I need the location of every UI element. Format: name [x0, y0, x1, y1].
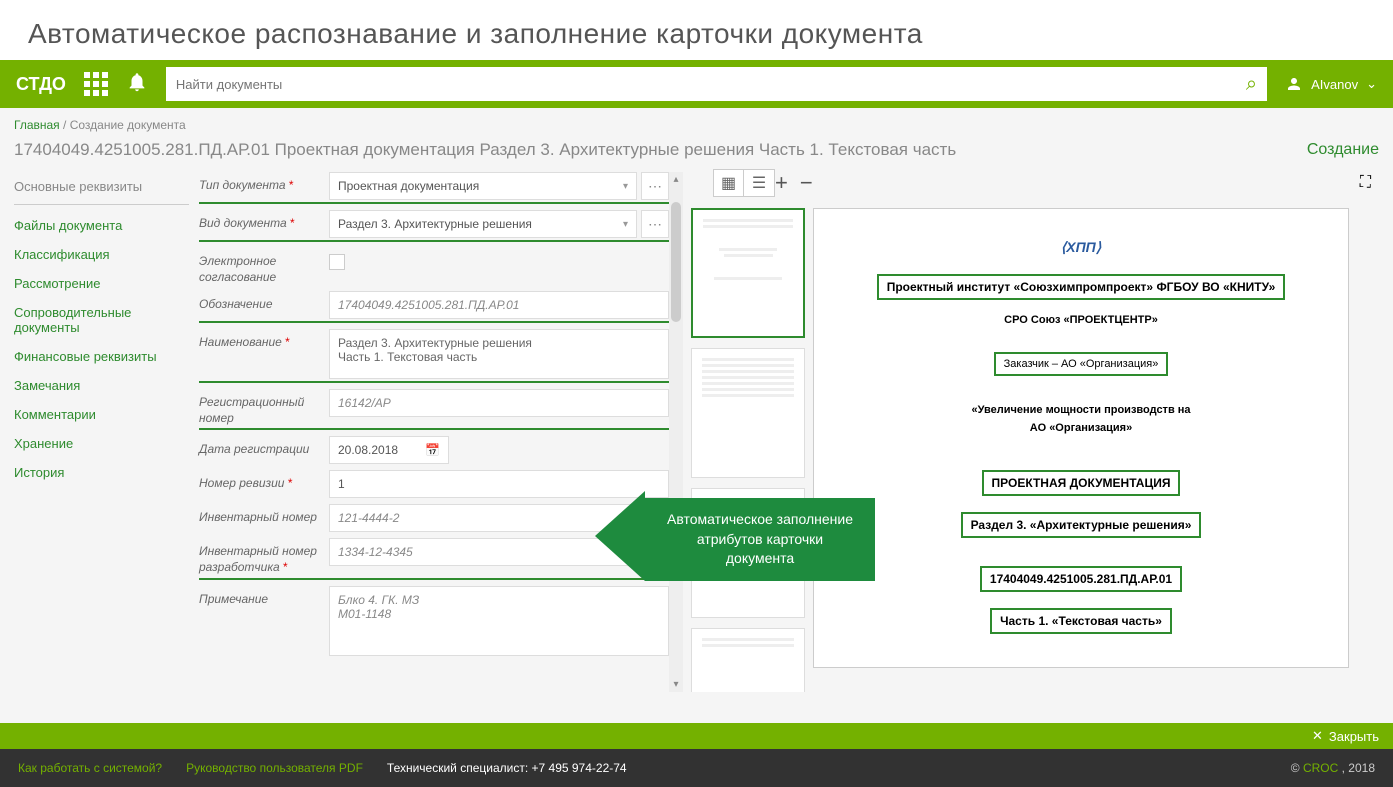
- code-input[interactable]: 17404049.4251005.281.ПД.АР.01: [329, 291, 669, 319]
- regdate-input[interactable]: 20.08.2018📅: [329, 436, 449, 464]
- name-textarea[interactable]: Раздел 3. Архитектурные решения Часть 1.…: [329, 329, 669, 379]
- preview-org1: Проектный институт «Союзхимпромпроект» Ф…: [877, 274, 1286, 300]
- user-menu[interactable]: AIvanov ⌄: [1285, 75, 1377, 93]
- sidebar-item-files[interactable]: Файлы документа: [14, 211, 189, 240]
- preview-doctype: ПРОЕКТНАЯ ДОКУМЕНТАЦИЯ: [982, 470, 1181, 496]
- kind-more-button[interactable]: ⋯: [641, 210, 669, 238]
- document-preview: ⟨ХПП⟩ Проектный институт «Союзхимпромпро…: [813, 172, 1379, 692]
- form-scrollbar[interactable]: ▴ ▾: [669, 172, 683, 692]
- page-title: Автоматическое распознавание и заполнени…: [0, 0, 1393, 60]
- view-toggle: ▦ ☰: [713, 169, 775, 197]
- search-icon[interactable]: ⌕: [1246, 73, 1257, 96]
- chevron-down-icon: ▾: [623, 219, 628, 230]
- sidebar-item-classification[interactable]: Классификация: [14, 240, 189, 269]
- sidebar-item-history[interactable]: История: [14, 458, 189, 487]
- callout: Автоматическое заполнение атрибутов карт…: [645, 498, 875, 581]
- document-title: 17404049.4251005.281.ПД.АР.01 Проектная …: [14, 140, 956, 160]
- sidebar-item-finance[interactable]: Финансовые реквизиты: [14, 342, 189, 371]
- thumbnail-page-1[interactable]: [691, 208, 805, 338]
- chevron-down-icon: ▾: [623, 181, 628, 192]
- scroll-up-icon[interactable]: ▴: [669, 174, 683, 185]
- note-label: Примечание: [199, 586, 329, 608]
- app-logo: СТДО: [16, 74, 66, 95]
- thumbnail-page-2[interactable]: [691, 348, 805, 478]
- invdev-label: Инвентарный номер разработчика: [199, 544, 317, 574]
- footer: Как работать с системой? Руководство пол…: [0, 749, 1393, 787]
- scroll-down-icon[interactable]: ▾: [669, 679, 683, 690]
- rev-label: Номер ревизии: [199, 476, 284, 490]
- preview-title2: АО «Организация»: [854, 422, 1308, 434]
- footer-support: Технический специалист: +7 495 974-22-74: [387, 761, 627, 775]
- preview-part: Часть 1. «Текстовая часть»: [990, 608, 1172, 634]
- eapprove-checkbox[interactable]: [329, 254, 345, 270]
- type-more-button[interactable]: ⋯: [641, 172, 669, 200]
- close-bar[interactable]: ✕ Закрыть: [0, 723, 1393, 749]
- footer-croc-link[interactable]: CROC: [1303, 761, 1338, 775]
- sidebar: Основные реквизиты Файлы документа Класс…: [14, 172, 189, 692]
- search-box: ⌕: [166, 67, 1267, 101]
- callout-text: Автоматическое заполнение атрибутов карт…: [645, 498, 875, 581]
- grid-view-button[interactable]: ▦: [714, 170, 744, 196]
- sidebar-item-accompanying[interactable]: Сопроводительные документы: [14, 298, 189, 342]
- preview-section: Раздел 3. «Архитектурные решения»: [961, 512, 1202, 538]
- eapprove-label: Электронное согласование: [199, 248, 329, 285]
- close-label: Закрыть: [1329, 729, 1379, 744]
- org-logo-icon: ⟨ХПП⟩: [854, 239, 1308, 256]
- sidebar-item-storage[interactable]: Хранение: [14, 429, 189, 458]
- scroll-thumb[interactable]: [671, 202, 681, 322]
- close-icon: ✕: [1312, 728, 1323, 744]
- sidebar-item-review[interactable]: Рассмотрение: [14, 269, 189, 298]
- form-column: Тип документа * Проектная документация▾ …: [189, 172, 669, 692]
- preview-title1: «Увеличение мощности производств на: [854, 404, 1308, 416]
- code-label: Обозначение: [199, 291, 329, 313]
- type-label: Тип документа: [199, 178, 286, 192]
- breadcrumb-home[interactable]: Главная: [14, 118, 60, 132]
- preview-code: 17404049.4251005.281.ПД.АР.01: [980, 566, 1182, 592]
- preview-org2: СРО Союз «ПРОЕКТЦЕНТР»: [854, 314, 1308, 326]
- sidebar-item-remarks[interactable]: Замечания: [14, 371, 189, 400]
- fullscreen-icon[interactable]: ⛶: [1360, 174, 1371, 192]
- app-body: Главная / Создание документа 17404049.42…: [0, 108, 1393, 723]
- name-label: Наименование: [199, 335, 282, 349]
- chevron-down-icon: ⌄: [1366, 76, 1377, 92]
- thumbnail-page-4[interactable]: [691, 628, 805, 692]
- regnum-input[interactable]: 16142/АР: [329, 389, 669, 417]
- app-header: СТДО ⌕ AIvanov ⌄: [0, 60, 1393, 108]
- preview-customer: Заказчик – АО «Организация»: [994, 352, 1169, 376]
- zoom-out-button[interactable]: −: [800, 170, 813, 196]
- list-view-button[interactable]: ☰: [744, 170, 774, 196]
- footer-manual-link[interactable]: Руководство пользователя PDF: [186, 761, 363, 775]
- callout-arrow-icon: [595, 491, 645, 581]
- sidebar-item-comments[interactable]: Комментарии: [14, 400, 189, 429]
- document-status: Создание: [1307, 141, 1379, 159]
- regnum-label: Регистрационный номер: [199, 389, 329, 426]
- inv-label: Инвентарный номер: [199, 504, 329, 526]
- apps-launcher-icon[interactable]: [84, 72, 108, 96]
- user-name: AIvanov: [1311, 77, 1358, 92]
- footer-copyright: © CROC , 2018: [1291, 761, 1375, 775]
- note-textarea[interactable]: Блко 4. ГК. МЗ М01-1148: [329, 586, 669, 656]
- breadcrumb-current: Создание документа: [70, 118, 186, 132]
- search-input[interactable]: [176, 77, 1246, 92]
- sidebar-item-main[interactable]: Основные реквизиты: [14, 172, 189, 205]
- notifications-icon[interactable]: [126, 71, 148, 98]
- calendar-icon[interactable]: 📅: [425, 443, 440, 457]
- preview-column: ▦ ☰ + − ⛶ ⟨ХПП⟩ Проектный институт «Союз…: [683, 172, 1379, 692]
- preview-page: ⟨ХПП⟩ Проектный институт «Союзхимпромпро…: [813, 208, 1349, 668]
- kind-select[interactable]: Раздел 3. Архитектурные решения▾: [329, 210, 637, 238]
- footer-howto-link[interactable]: Как работать с системой?: [18, 761, 162, 775]
- page-thumbnails: [683, 172, 813, 692]
- type-select[interactable]: Проектная документация▾: [329, 172, 637, 200]
- kind-label: Вид документа: [199, 216, 287, 230]
- zoom-in-button[interactable]: +: [775, 170, 788, 196]
- breadcrumb: Главная / Создание документа: [14, 118, 1379, 132]
- regdate-label: Дата регистрации: [199, 436, 329, 458]
